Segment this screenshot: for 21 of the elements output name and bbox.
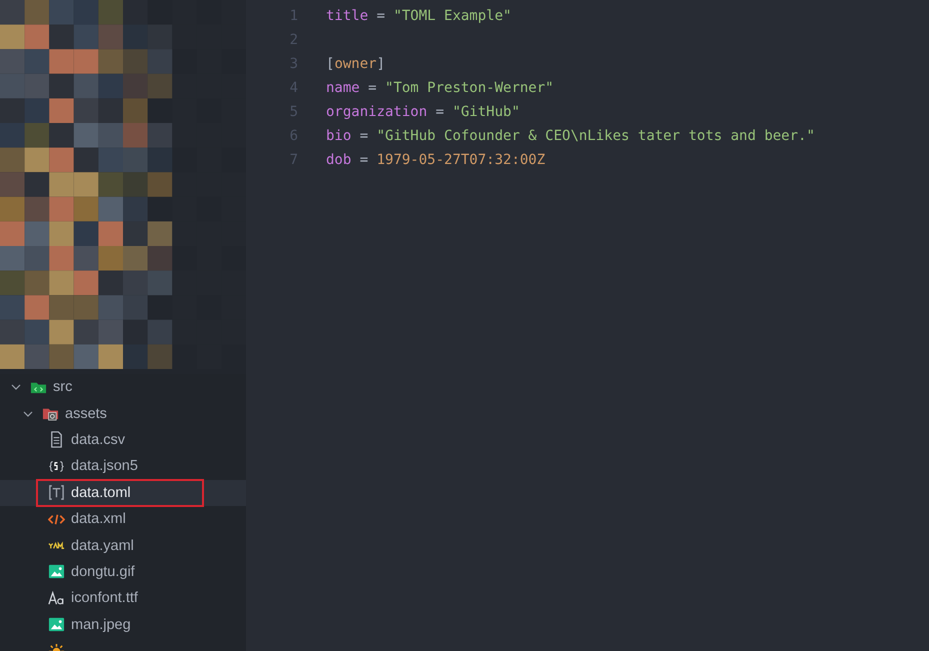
code-line: dob = 1979-05-27T07:32:00Z <box>326 152 546 168</box>
file-tree-item[interactable]: data.json5 <box>0 453 246 480</box>
code-line: bio = "GitHub Cofounder & CEO\nLikes tater tots and beer." <box>326 128 815 144</box>
file-tree-item[interactable]: data.yaml <box>0 532 246 559</box>
bracket-t-icon <box>48 484 65 502</box>
document-icon <box>48 431 65 448</box>
file-tree-item[interactable]: src <box>0 374 246 400</box>
code-line: [owner] <box>326 56 386 72</box>
file-tree-item[interactable]: dongtu.gif <box>0 558 246 586</box>
image-icon <box>48 616 65 634</box>
file-tree-item[interactable]: assets <box>0 400 246 427</box>
image-icon <box>48 563 65 580</box>
file-tree-item[interactable]: data.csv <box>0 426 246 454</box>
code-line: name = "Tom Preston-Werner" <box>326 80 554 96</box>
file-tree-item[interactable]: man.jpeg <box>0 612 246 638</box>
file-tree-item[interactable]: data.xml <box>0 506 246 532</box>
code-line: organization = "GitHub" <box>326 104 520 120</box>
font-icon <box>48 590 65 607</box>
file-tree-item[interactable]: iconfont.ttf <box>0 585 246 612</box>
code-line: title = "TOML Example" <box>326 8 512 24</box>
file-tree-item[interactable]: data.toml <box>0 480 246 506</box>
